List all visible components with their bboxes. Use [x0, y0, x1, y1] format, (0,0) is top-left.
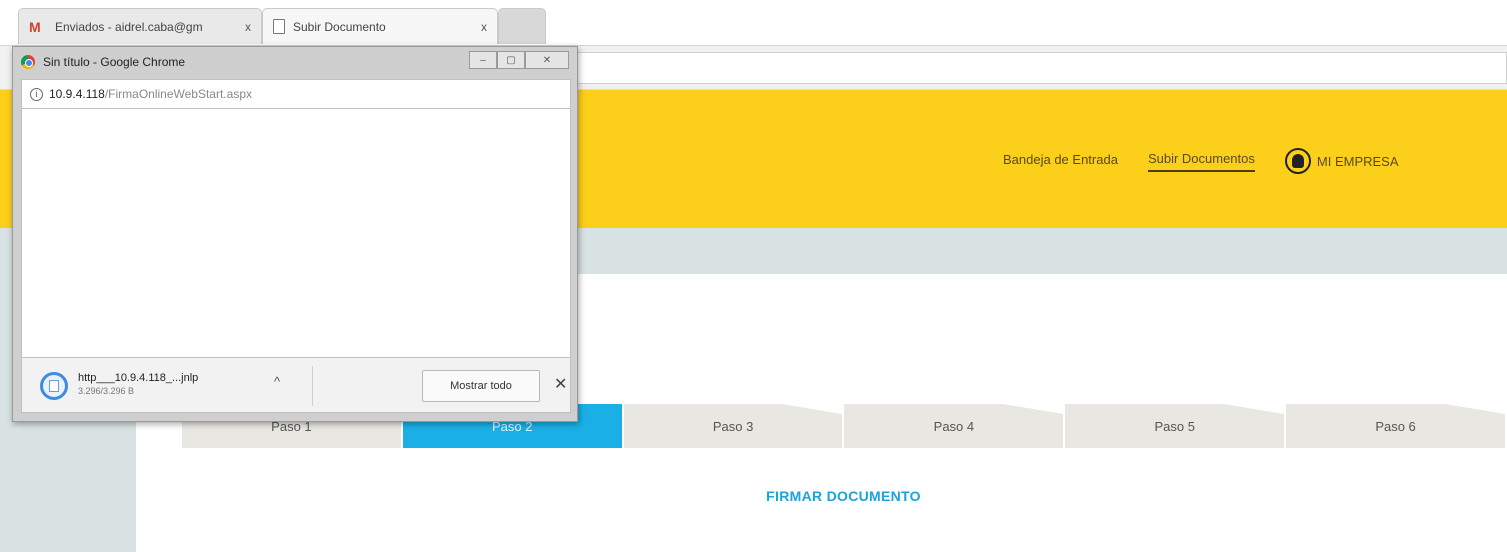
tab-label: Enviados - aidrel.caba@gm [55, 19, 203, 34]
company-menu[interactable]: MI EMPRESA [1284, 148, 1399, 174]
close-tab-icon[interactable]: x [245, 20, 251, 34]
document-icon [273, 19, 285, 34]
address-bar[interactable] [560, 52, 1507, 84]
tab-subir-documento[interactable]: Subir Documento x [262, 8, 498, 44]
maximize-button[interactable]: ▢ [497, 51, 525, 69]
user-avatar-icon [1284, 148, 1311, 174]
url-host: 10.9.4.118 [49, 87, 105, 101]
section-title: FIRMAR DOCUMENTO [766, 488, 921, 504]
download-bar: http___10.9.4.118_...jnlp 3.296/3.296 B … [21, 357, 571, 413]
minimize-button[interactable]: – [469, 51, 497, 69]
company-name: MI EMPRESA [1316, 153, 1399, 169]
tab-gmail-sent[interactable]: M Enviados - aidrel.caba@gm x [18, 8, 262, 44]
close-tab-icon[interactable]: x [481, 20, 487, 34]
chevron-up-icon[interactable]: ^ [274, 374, 280, 389]
nav-inbox-link[interactable]: Bandeja de Entrada [1003, 152, 1118, 171]
step-3[interactable]: Paso 3 [623, 404, 845, 448]
new-tab-button[interactable] [498, 8, 546, 44]
close-download-bar-icon[interactable]: ✕ [554, 374, 567, 394]
gmail-icon: M [29, 18, 41, 35]
popup-titlebar[interactable]: Sin título - Google Chrome – ▢ ✕ [13, 47, 577, 77]
main-nav: Bandeja de Entrada Subir Documentos MI E… [1003, 148, 1399, 174]
window-controls: – ▢ ✕ [469, 51, 569, 69]
url-path: /FirmaOnlineWebStart.aspx [104, 87, 252, 101]
show-all-button[interactable]: Mostrar todo [422, 370, 540, 402]
nav-upload-link[interactable]: Subir Documentos [1147, 151, 1255, 172]
download-filename[interactable]: http___10.9.4.118_...jnlp [78, 372, 198, 384]
popup-title: Sin título - Google Chrome [43, 55, 186, 69]
popup-window: Sin título - Google Chrome – ▢ ✕ i 10.9.… [12, 46, 578, 422]
popup-url-bar[interactable]: i 10.9.4.118 /FirmaOnlineWebStart.aspx [21, 79, 571, 109]
step-5[interactable]: Paso 5 [1065, 404, 1287, 448]
browser-tabstrip: M Enviados - aidrel.caba@gm x Subir Docu… [0, 0, 1507, 46]
tab-label: Subir Documento [293, 19, 386, 34]
download-size: 3.296/3.296 B [78, 386, 135, 396]
chrome-icon [21, 55, 35, 69]
step-4[interactable]: Paso 4 [844, 404, 1066, 448]
step-6[interactable]: Paso 6 [1286, 404, 1507, 448]
popup-content [21, 109, 571, 357]
download-file-icon[interactable] [40, 372, 68, 400]
close-window-button[interactable]: ✕ [525, 51, 569, 69]
divider [312, 366, 313, 406]
info-icon[interactable]: i [30, 87, 43, 101]
